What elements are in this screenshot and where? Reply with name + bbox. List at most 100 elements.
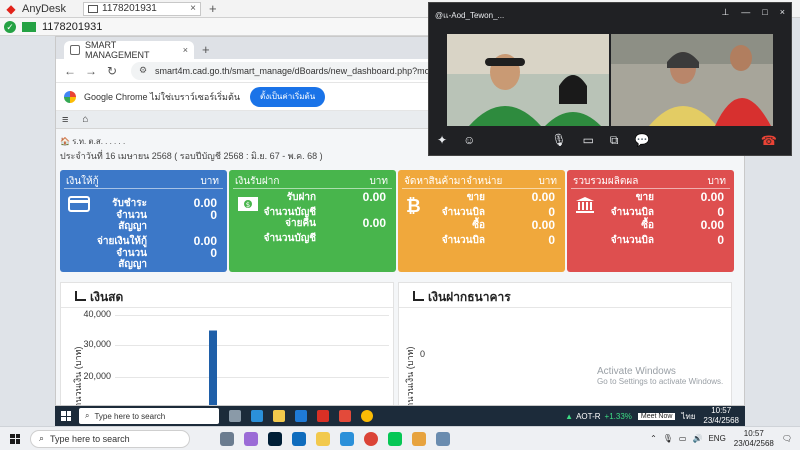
forward-icon[interactable]: → — [83, 64, 99, 78]
card-row-label: ซื้อ — [472, 220, 485, 231]
svg-text:$: $ — [246, 201, 250, 209]
chrome-icon[interactable] — [364, 431, 378, 446]
maximize-icon[interactable]: □ — [762, 7, 767, 18]
card-row-label: ซื้อ — [641, 220, 654, 231]
emoji-icon[interactable]: ☺ — [463, 133, 475, 147]
anydesk-session-tab[interactable]: 1178201931 × — [83, 1, 201, 16]
y-axis-label: จำนวนเงิน (บาท) — [405, 346, 415, 406]
date-line: ประจำวันที่ 16 เมษายน 2568 ( รอบปีบัญชี … — [60, 151, 323, 161]
remote-clock-time: 10:57 — [711, 406, 732, 415]
camera-icon[interactable]: ▭ — [583, 133, 594, 147]
card-row-value: 0 — [717, 205, 724, 219]
task-view-icon[interactable] — [220, 431, 234, 446]
minimize-icon[interactable]: — — [741, 7, 750, 18]
set-default-button[interactable]: ตั้งเป็นค่าเริ่มต้น — [250, 86, 326, 107]
breadcrumb: 🏠 ร.ท. ต.ส. . . . . . — [60, 137, 126, 146]
app-icon[interactable] — [317, 410, 329, 422]
hang-up-icon[interactable]: ☎ — [761, 133, 777, 149]
back-icon[interactable]: ← — [62, 64, 78, 78]
meet-now-button[interactable]: Meet Now — [637, 412, 676, 420]
photoshop-icon[interactable] — [268, 431, 282, 446]
edge-icon[interactable] — [340, 431, 354, 446]
cash-chart-plot — [209, 330, 217, 407]
windows-start-icon[interactable] — [10, 433, 20, 444]
card-row-value: 0 — [210, 246, 217, 260]
cash-panel-title: เงินสด — [90, 290, 124, 304]
remote-screen-icon — [22, 21, 36, 32]
video-call-controls: ✦ ☺ 🎙 ▭ ⧉ 💬 ☎ — [429, 125, 791, 155]
close-icon[interactable]: × — [190, 3, 196, 14]
local-search-box[interactable]: ⌕ Type here to search — [30, 429, 190, 448]
card-divider — [402, 188, 561, 189]
card-loans: เงินให้กู้ บาท รับชำระ 0.00 จำนวน สัญญา 0 … — [60, 170, 227, 272]
card-row-label: ขาย — [635, 192, 654, 203]
settings-icon[interactable] — [436, 431, 450, 446]
line-icon[interactable] — [388, 431, 402, 446]
card-row-value: 0 — [210, 208, 217, 222]
mic-icon[interactable]: 🎙 — [663, 434, 673, 443]
volume-icon[interactable]: 🔊 — [692, 434, 702, 443]
home-icon[interactable]: ⌂ — [82, 114, 88, 125]
card-divider — [233, 188, 392, 189]
new-tab-button[interactable]: + — [202, 42, 210, 57]
card-divider — [571, 188, 730, 189]
card-title: เงินรับฝาก — [235, 176, 280, 187]
video-call-title: @เเ-Aod_Tewon_... — [435, 11, 505, 20]
anydesk-address-bar: ✓ 1178201931 — [0, 18, 430, 36]
card-produce: รวบรวมผลิตผล บาท ขาย 0.00 จำนวนบิล 0 ซื้อ 0… — [567, 170, 734, 272]
panel-divider — [399, 307, 731, 308]
hamburger-menu-icon[interactable]: ≡ — [62, 114, 68, 126]
card-merchandise: จัดหาสินค้ามาจำหน่าย บาท ₿ ขาย 0.00 จำนวน… — [398, 170, 565, 272]
language-indicator[interactable]: ENG — [708, 434, 725, 443]
reload-icon[interactable]: ↻ — [104, 64, 120, 78]
task-view-icon[interactable] — [229, 410, 241, 422]
panel-divider — [61, 307, 393, 308]
page-favicon-icon — [70, 45, 80, 55]
card-row-value: 0.00 — [700, 190, 724, 204]
card-title: จัดหาสินค้ามาจำหน่าย — [404, 176, 503, 187]
pin-icon[interactable]: ⊥ — [721, 7, 729, 18]
chat-icon[interactable]: 💬 — [634, 133, 649, 147]
anydesk-address[interactable]: 1178201931 — [42, 21, 102, 33]
remote-search-placeholder: Type here to search — [94, 411, 166, 421]
file-explorer-icon[interactable] — [316, 431, 330, 446]
network-icon[interactable]: ▭ — [679, 434, 687, 443]
card-row-label: จ่ายเงินให้กู้ — [97, 236, 147, 247]
card-row-label: จำนวนบัญชี — [263, 233, 316, 244]
anydesk-logo-icon: ◆ — [6, 1, 16, 16]
dashboard-content: 🏠 ร.ท. ต.ส. . . . . . ประจำวันที่ 16 เมษ… — [56, 129, 744, 407]
edge-icon[interactable] — [251, 410, 263, 422]
cash-bar[interactable] — [209, 330, 217, 407]
card-title: รวบรวมผลิตผล — [573, 176, 639, 187]
bar-chart-icon — [413, 291, 424, 301]
share-screen-icon[interactable]: ⧉ — [610, 133, 619, 148]
effects-icon[interactable]: ✦ — [437, 133, 447, 147]
file-explorer-icon[interactable] — [273, 410, 285, 422]
remote-search-box[interactable]: ⌕ Type here to search — [79, 408, 219, 424]
card-row-label: รับฝาก — [286, 192, 316, 203]
card-row-label: จำนวน สัญญา — [116, 248, 147, 270]
local-clock[interactable]: 10:57 23/04/2568 — [734, 429, 774, 449]
outlook-icon[interactable] — [292, 431, 306, 446]
mail-icon[interactable] — [295, 410, 307, 422]
site-info-icon[interactable]: ⚙ — [139, 65, 149, 76]
browser-tab-smart-management[interactable]: SMART MANAGEMENT × — [64, 40, 194, 60]
microphone-icon[interactable]: 🎙 — [551, 133, 566, 147]
anydesk-app-title: AnyDesk — [22, 2, 67, 15]
app-icon[interactable] — [339, 410, 351, 422]
chevron-up-icon[interactable]: ⌃ — [650, 434, 657, 443]
search-icon: ⌕ — [39, 433, 45, 443]
language-indicator[interactable]: ไทย — [681, 410, 695, 423]
card-row-label: ขาย — [466, 192, 485, 203]
app-icon[interactable] — [412, 431, 426, 446]
windows-start-icon[interactable] — [61, 411, 71, 421]
stock-name: AOT-R — [576, 411, 601, 421]
copilot-icon[interactable] — [244, 431, 258, 446]
close-tab-icon[interactable]: × — [183, 45, 188, 55]
close-icon[interactable]: × — [780, 7, 785, 18]
card-unit: บาท — [538, 176, 557, 187]
chrome-taskbar-icon[interactable] — [361, 410, 373, 422]
notification-icon[interactable]: 🗨 — [782, 434, 792, 443]
new-tab-icon[interactable]: + — [209, 1, 217, 16]
infobar-text: Google Chrome ไม่ใช่เบราว์เซอร์เริ่มต้น — [84, 91, 240, 102]
